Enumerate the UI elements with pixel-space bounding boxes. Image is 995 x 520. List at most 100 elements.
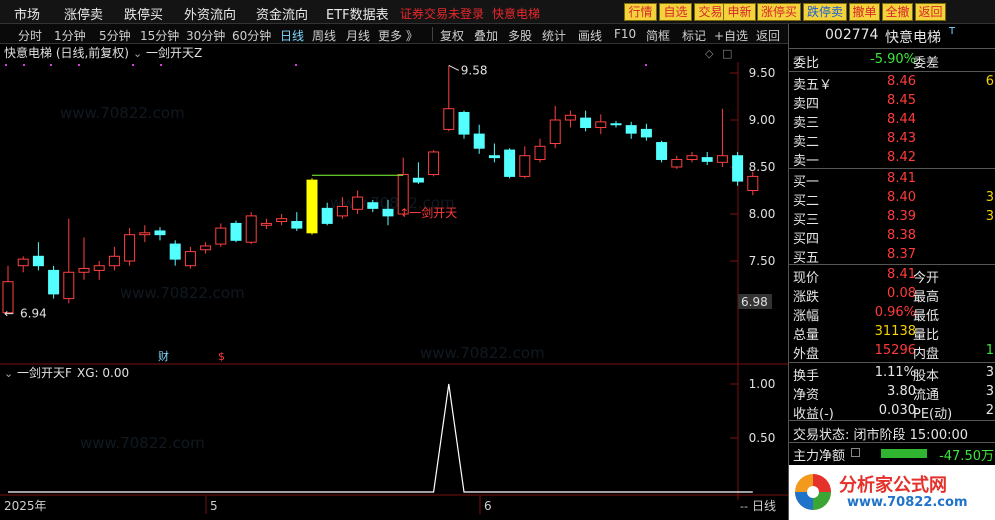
menu-limit-up-sell[interactable]: 涨停卖 xyxy=(64,4,103,23)
mark-button[interactable]: 标记 xyxy=(682,27,706,44)
candle-body[interactable] xyxy=(610,123,622,126)
period-60min[interactable]: 60分钟 xyxy=(232,27,271,44)
period-15min[interactable]: 15分钟 xyxy=(140,27,179,44)
candle-body[interactable] xyxy=(78,268,90,273)
candle-body[interactable] xyxy=(215,227,227,245)
info-icon[interactable]: T xyxy=(949,26,955,37)
ask-price[interactable]: 8.46 xyxy=(887,74,916,89)
bid-price[interactable]: 8.38 xyxy=(887,228,916,243)
diamond-icon[interactable]: ◇ xyxy=(705,47,714,60)
candle-body[interactable] xyxy=(139,232,151,236)
maximize-icon[interactable]: □ xyxy=(722,47,732,60)
cancel-all-button[interactable]: 全撤 xyxy=(882,3,913,21)
candle-body[interactable] xyxy=(336,205,348,217)
quote-button[interactable]: 行情 xyxy=(624,3,657,21)
candle-body[interactable] xyxy=(260,222,272,226)
candle-body[interactable] xyxy=(124,234,136,262)
period-30min[interactable]: 30分钟 xyxy=(186,27,225,44)
menu-foreign-flow[interactable]: 外资流向 xyxy=(184,4,236,23)
candle-body[interactable] xyxy=(458,111,470,135)
period-weekly[interactable]: 周线 xyxy=(312,27,336,44)
candle-body[interactable] xyxy=(276,218,288,223)
login-warning[interactable]: 证券交易未登录 xyxy=(400,5,484,22)
overlay-button[interactable]: 叠加 xyxy=(474,27,498,44)
ask-price[interactable]: 8.43 xyxy=(887,131,916,146)
candle-body[interactable] xyxy=(716,155,728,163)
candle-body[interactable] xyxy=(63,271,75,300)
candle-body[interactable] xyxy=(230,222,242,241)
simple-frame-button[interactable]: 简框 xyxy=(646,27,670,44)
candle-body[interactable] xyxy=(93,265,105,271)
financial-report-marker[interactable]: 财 xyxy=(158,349,169,363)
candle-body[interactable] xyxy=(580,117,592,129)
candle-body[interactable] xyxy=(595,121,607,129)
toolbar-back-button[interactable]: 返回 xyxy=(756,27,780,44)
candle-body[interactable] xyxy=(32,255,44,267)
candle-body[interactable] xyxy=(701,157,713,162)
bid-price[interactable]: 8.40 xyxy=(887,190,916,205)
candle-body[interactable] xyxy=(671,158,683,168)
candle-body[interactable] xyxy=(367,202,379,209)
scroll-left-icon[interactable]: -- xyxy=(740,500,748,513)
candle-body[interactable] xyxy=(428,151,440,176)
f10-button[interactable]: F10 xyxy=(614,27,636,41)
candle-body[interactable] xyxy=(640,128,652,138)
candle-body[interactable] xyxy=(245,215,257,243)
list-icon[interactable] xyxy=(851,448,860,457)
main-indicator-name[interactable]: 一剑开天Z xyxy=(146,45,202,60)
candle-body[interactable] xyxy=(352,196,364,210)
candle-body[interactable] xyxy=(686,155,698,160)
watchlist-button[interactable]: 自选 xyxy=(659,3,692,21)
period-footer[interactable]: 日线 xyxy=(752,499,776,513)
candle-body[interactable] xyxy=(732,155,744,182)
candle-body[interactable] xyxy=(412,177,424,183)
candle-body[interactable] xyxy=(534,145,546,160)
candle-body[interactable] xyxy=(473,133,485,149)
period-tick[interactable]: 分时 xyxy=(18,27,42,44)
multi-stock-button[interactable]: 多股 xyxy=(508,27,532,44)
period-5min[interactable]: 5分钟 xyxy=(99,27,131,44)
menu-etf-table[interactable]: ETF数据表 xyxy=(326,4,389,23)
adjust-button[interactable]: 复权 xyxy=(440,27,464,44)
period-monthly[interactable]: 月线 xyxy=(346,27,370,44)
candle-body[interactable] xyxy=(169,243,181,260)
menu-capital-flow[interactable]: 资金流向 xyxy=(256,4,308,23)
limit-down-sell-button[interactable]: 跌停卖 xyxy=(803,3,847,21)
draw-line-button[interactable]: 画线 xyxy=(578,27,602,44)
ask-price[interactable]: 8.44 xyxy=(887,112,916,127)
candle-body[interactable] xyxy=(17,258,29,267)
candle-body[interactable] xyxy=(306,179,318,234)
candle-body[interactable] xyxy=(488,155,500,159)
kline-chart-area[interactable]: www.70822.com www.70822.com www.70822.co… xyxy=(0,44,788,520)
candle-body[interactable] xyxy=(504,149,516,177)
menu-limit-down-buy[interactable]: 跌停买 xyxy=(124,4,163,23)
candle-body[interactable] xyxy=(200,245,212,251)
sub-dropdown-chevron-icon[interactable]: ⌄ xyxy=(4,367,13,380)
candle-body[interactable] xyxy=(625,125,637,134)
dropdown-chevron-icon[interactable]: ⌄ xyxy=(133,47,142,60)
candles[interactable]: ← xyxy=(2,65,759,321)
ask-price[interactable]: 8.45 xyxy=(887,93,916,108)
period-more[interactable]: 更多 》 xyxy=(378,27,418,44)
candle-body[interactable] xyxy=(519,155,531,177)
period-daily[interactable]: 日线 xyxy=(280,27,304,44)
candle-body[interactable] xyxy=(184,251,196,267)
candle-body[interactable] xyxy=(443,108,455,130)
back-button[interactable]: 返回 xyxy=(915,3,946,21)
candle-body[interactable] xyxy=(382,208,394,217)
bid-price[interactable]: 8.37 xyxy=(887,247,916,262)
sub-indicator-name[interactable]: 一剑开天F xyxy=(17,365,72,380)
candle-body[interactable] xyxy=(747,175,759,191)
period-1min[interactable]: 1分钟 xyxy=(54,27,86,44)
statistics-button[interactable]: 统计 xyxy=(542,27,566,44)
candle-body[interactable] xyxy=(48,269,60,295)
bid-price[interactable]: 8.41 xyxy=(887,171,916,186)
ask-price[interactable]: 8.42 xyxy=(887,150,916,165)
candle-body[interactable] xyxy=(108,255,120,267)
add-watchlist-button[interactable]: +自选 xyxy=(714,27,748,44)
candle-body[interactable] xyxy=(321,207,333,224)
candle-body[interactable] xyxy=(154,230,166,236)
candle-body[interactable] xyxy=(291,221,303,229)
cancel-order-button[interactable]: 撤单 xyxy=(849,3,880,21)
candle-body[interactable] xyxy=(656,142,668,160)
